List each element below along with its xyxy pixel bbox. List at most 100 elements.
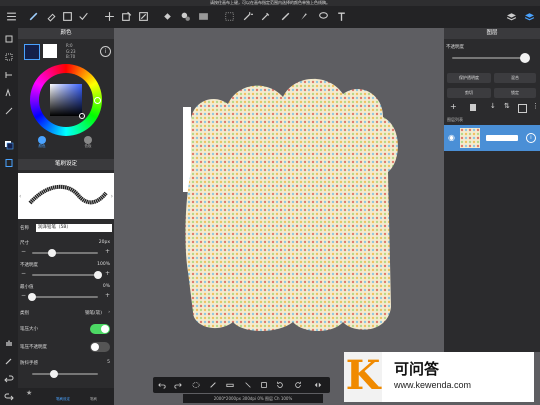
rotate-right-icon[interactable]	[293, 380, 303, 390]
more-icon[interactable]: ⋮	[532, 102, 539, 110]
opacity-value: 100%	[97, 262, 110, 267]
adjust-icon[interactable]	[2, 86, 16, 100]
color-swatch-icon[interactable]	[2, 138, 16, 152]
saturation-square[interactable]	[50, 84, 82, 116]
brush-preview[interactable]: ‹ ›	[18, 173, 114, 219]
move-icon[interactable]	[102, 9, 116, 23]
size-plus-icon[interactable]: +	[105, 248, 110, 255]
brush-name-field[interactable]: 润泽铅笔（5B）	[36, 224, 112, 232]
layer-opacity-label: 不透明度	[446, 45, 464, 50]
merge-down-icon[interactable]: ↓	[490, 102, 496, 110]
tab-palette[interactable]: 色板	[78, 136, 98, 150]
lock-button[interactable]: 锁定	[494, 88, 536, 98]
flip-icon[interactable]	[313, 380, 323, 390]
brush-icon[interactable]	[26, 9, 40, 23]
layer-panel-icon[interactable]	[2, 156, 16, 170]
deselect-icon[interactable]	[243, 380, 253, 390]
ruler-icon[interactable]	[2, 104, 16, 118]
stabilizer-knob[interactable]	[50, 370, 58, 378]
opacity-track	[32, 274, 98, 276]
filter-icon[interactable]	[2, 68, 16, 82]
transform-icon[interactable]	[259, 380, 269, 390]
pressure-size-toggle[interactable]	[90, 324, 110, 334]
color-panel-title: 颜色	[18, 28, 114, 39]
hue-handle[interactable]	[94, 97, 101, 104]
toggle-dot	[91, 343, 99, 351]
next-brush-icon[interactable]: ›	[111, 193, 113, 200]
min-width-plus-icon[interactable]: +	[105, 292, 110, 299]
edit-icon[interactable]	[136, 9, 150, 23]
primary-color-fill	[25, 45, 39, 59]
check-icon[interactable]	[76, 9, 90, 23]
info-icon[interactable]: i	[100, 46, 111, 57]
stabilizer-row: 防抖手感 5	[20, 360, 112, 370]
tab-color[interactable]: 颜色	[32, 136, 52, 150]
layers-copy-icon[interactable]	[2, 32, 16, 46]
secondary-color-swatch[interactable]	[43, 44, 57, 58]
undo-side-icon[interactable]	[2, 372, 16, 386]
select-rect-icon[interactable]	[222, 9, 236, 23]
stabilizer-label: 防抖手感	[20, 361, 38, 366]
pen-icon[interactable]	[208, 380, 218, 390]
eraser-icon[interactable]	[44, 9, 58, 23]
layer-opacity-knob[interactable]	[520, 53, 530, 63]
rectangle-select-icon[interactable]	[60, 9, 74, 23]
tab-favorites[interactable]: ★	[26, 389, 32, 397]
layer-row-selected[interactable]: ◉ i	[444, 125, 540, 151]
color-wheel[interactable]	[30, 64, 102, 136]
gradient-icon[interactable]	[196, 9, 210, 23]
eyedropper-icon[interactable]	[258, 9, 272, 23]
brush-name-row[interactable]: 名称 润泽铅笔（5B）	[20, 224, 112, 235]
delete-layer-icon[interactable]	[470, 104, 476, 111]
size-minus-icon[interactable]: −	[21, 248, 26, 255]
ruler-icon[interactable]	[225, 380, 235, 390]
hand-icon[interactable]	[2, 336, 16, 350]
layers-icon[interactable]	[522, 9, 536, 23]
layer-name-field[interactable]	[486, 135, 518, 141]
add-layer-icon[interactable]: +	[450, 102, 457, 111]
eyedropper-side-icon[interactable]	[2, 354, 16, 368]
layers-stack-icon[interactable]	[504, 9, 518, 23]
layer-info-icon[interactable]: i	[526, 133, 536, 143]
bucket-icon[interactable]	[178, 9, 192, 23]
bottom-toolbar	[153, 377, 330, 393]
brush-type-row[interactable]: 类别 钢笔(软) ›	[20, 310, 112, 320]
duplicate-layer-icon[interactable]	[518, 104, 527, 113]
undo-icon[interactable]	[157, 380, 167, 390]
opacity-plus-icon[interactable]: +	[105, 270, 110, 277]
redo-icon[interactable]	[173, 380, 183, 390]
protect-alpha-button[interactable]: 保护透明度	[447, 73, 491, 83]
pressure-opacity-toggle[interactable]	[90, 342, 110, 352]
eye-icon[interactable]: ◉	[448, 133, 455, 142]
size-knob[interactable]	[47, 249, 56, 257]
opacity-knob[interactable]	[94, 271, 102, 279]
color-handle[interactable]	[79, 113, 85, 119]
lasso-icon[interactable]	[191, 380, 201, 390]
text-icon[interactable]	[334, 9, 348, 23]
size-row: 尺寸 20px	[20, 240, 112, 250]
move-layer-icon[interactable]: ⇅	[504, 102, 510, 110]
size-track	[32, 252, 98, 254]
layer-thumbnail	[460, 128, 480, 148]
lasso-icon[interactable]	[316, 9, 330, 23]
pen-icon[interactable]	[278, 9, 292, 23]
primary-color-swatch[interactable]	[24, 44, 40, 60]
fill-icon[interactable]	[160, 9, 174, 23]
prev-brush-icon[interactable]: ‹	[19, 193, 21, 200]
min-width-knob[interactable]	[28, 293, 36, 301]
canvas-artwork[interactable]	[183, 72, 403, 334]
tab-brushes[interactable]: 笔刷	[90, 397, 97, 402]
min-width-minus-icon[interactable]: −	[21, 292, 26, 299]
blend-mode-button[interactable]: 混合	[494, 73, 536, 83]
redo-side-icon[interactable]	[2, 390, 16, 404]
menu-icon[interactable]	[4, 9, 18, 23]
clip-button[interactable]: 剪切	[447, 88, 491, 98]
pen-alt-icon[interactable]	[296, 9, 310, 23]
transform-icon[interactable]	[119, 9, 133, 23]
rotate-left-icon[interactable]	[275, 380, 285, 390]
magic-wand-icon[interactable]	[240, 9, 254, 23]
tab-brush-settings[interactable]: 笔刷设定	[56, 397, 70, 402]
opacity-minus-icon[interactable]: −	[21, 270, 26, 277]
size-value: 20px	[98, 240, 110, 245]
selection-icon[interactable]	[2, 50, 16, 64]
